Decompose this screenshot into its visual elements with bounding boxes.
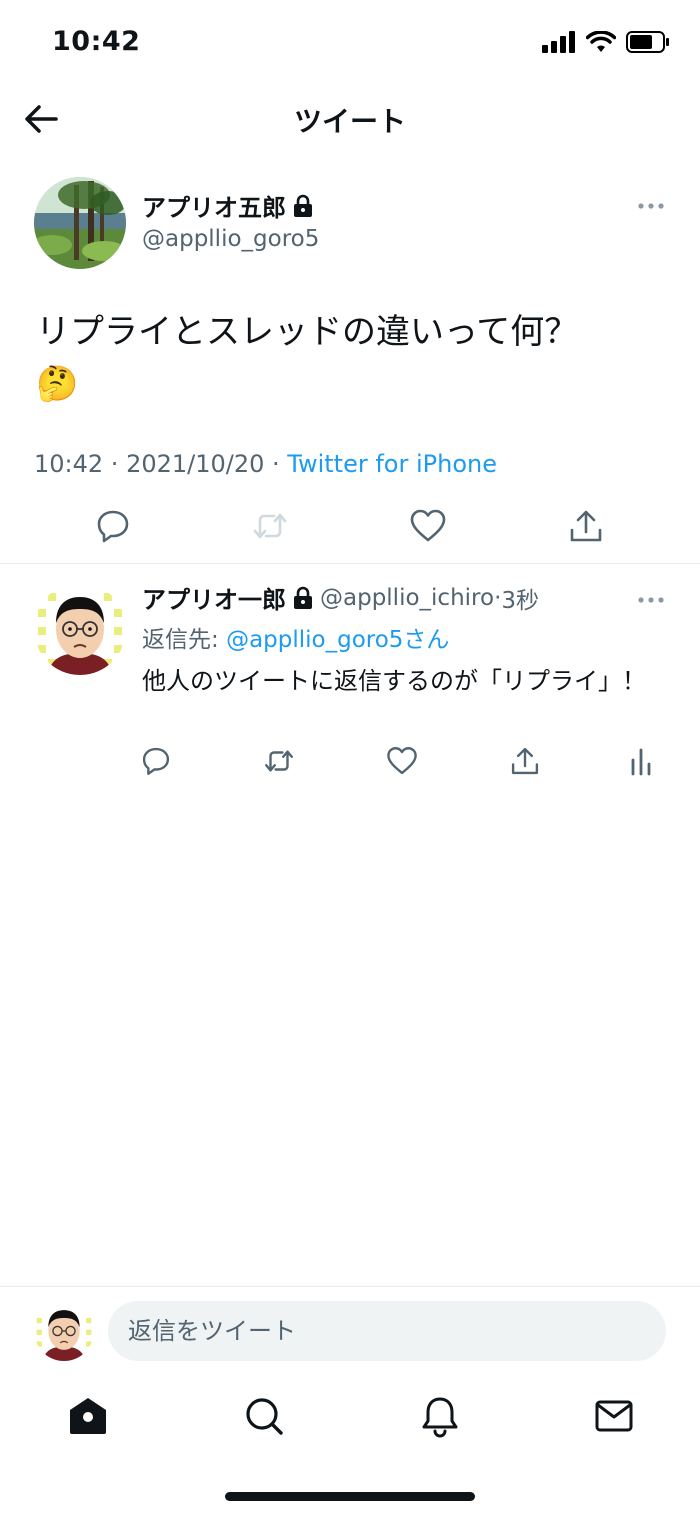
- reply-author-handle[interactable]: @appllio_ichiro: [320, 585, 494, 611]
- action-row: [0, 506, 700, 546]
- thinking-emoji: 🤔: [36, 364, 79, 404]
- tab-messages[interactable]: [592, 1394, 636, 1438]
- share-icon: [511, 747, 539, 775]
- like-button[interactable]: [385, 744, 419, 778]
- nav-bar: ツイート: [0, 84, 700, 154]
- reply-tweet[interactable]: アプリオ一郎 @appllio_ichiro · 3秒 返信先: @applli…: [0, 566, 700, 796]
- reply-to-prefix: 返信先:: [142, 627, 227, 653]
- search-icon: [246, 1398, 283, 1435]
- share-button[interactable]: [566, 506, 606, 546]
- reply-time-separator: ·: [494, 584, 502, 611]
- reply-header: アプリオ一郎 @appllio_ichiro · 3秒: [142, 580, 539, 615]
- tweet-text-line: リプライとスレッドの違いって何？: [36, 312, 579, 352]
- notifications-icon: [422, 1397, 458, 1438]
- tweet-meta: 10:42 · 2021/10/20 · Twitter for iPhone: [34, 450, 497, 478]
- cellular-signal-icon: [542, 31, 575, 53]
- more-button[interactable]: [636, 590, 666, 610]
- share-button[interactable]: [508, 744, 542, 778]
- reply-input[interactable]: [108, 1301, 666, 1361]
- tweet-text: リプライとスレッドの違いって何？ 🤔: [36, 306, 666, 410]
- tab-notifications[interactable]: [418, 1394, 462, 1438]
- status-bar: 10:42: [0, 0, 700, 84]
- lock-icon: [292, 586, 314, 610]
- like-icon: [387, 747, 417, 775]
- messages-icon: [595, 1400, 633, 1432]
- author-name-text: アプリオ五郎: [142, 194, 286, 222]
- reply-text: 他人のツイートに返信するのが「リプライ」！: [142, 667, 646, 695]
- home-icon: [70, 1398, 106, 1434]
- reply-to: 返信先: @appllio_goro5さん: [142, 620, 449, 654]
- tab-search[interactable]: [242, 1394, 286, 1438]
- reply-author-name[interactable]: アプリオ一郎: [142, 580, 286, 615]
- page-title: ツイート: [293, 105, 406, 138]
- avatar[interactable]: [34, 1301, 94, 1361]
- wifi-icon: [586, 31, 616, 52]
- like-button[interactable]: [408, 506, 448, 546]
- retweet-icon: [265, 750, 293, 772]
- tweet-date: 2021/10/20: [126, 450, 265, 478]
- avatar[interactable]: [34, 177, 126, 269]
- analytics-button[interactable]: [624, 744, 658, 778]
- status-time: 10:42: [52, 26, 141, 57]
- share-icon: [570, 510, 602, 542]
- reply-time: 3秒: [501, 587, 540, 614]
- main-tweet: アプリオ五郎 @appllio_goro5 リプライとスレッドの違いって何？ 🤔…: [0, 160, 700, 564]
- avatar[interactable]: [34, 583, 126, 675]
- retweet-button[interactable]: [262, 744, 296, 778]
- more-button[interactable]: [636, 196, 666, 216]
- reply-icon: [97, 510, 129, 543]
- meta-separator: ·: [264, 450, 288, 478]
- tab-home[interactable]: [66, 1394, 110, 1438]
- like-icon: [410, 509, 446, 542]
- tweet-source-link[interactable]: Twitter for iPhone: [287, 450, 497, 478]
- more-icon: [638, 203, 664, 209]
- status-icons: [542, 28, 670, 56]
- retweet-icon: [253, 513, 287, 539]
- lock-icon: [292, 194, 314, 218]
- author-handle[interactable]: @appllio_goro5: [142, 226, 319, 252]
- reply-button[interactable]: [139, 744, 173, 778]
- reply-compose-bar: [0, 1286, 700, 1376]
- author-name[interactable]: アプリオ五郎: [142, 188, 314, 223]
- tweet-time: 10:42: [34, 450, 104, 478]
- reply-button[interactable]: [93, 506, 133, 546]
- reply-icon: [142, 747, 170, 775]
- tab-bar: [0, 1380, 700, 1460]
- retweet-button[interactable]: [250, 506, 290, 546]
- meta-separator: ·: [103, 450, 127, 478]
- more-icon: [638, 597, 664, 603]
- reply-action-row: [0, 744, 700, 778]
- battery-icon: [626, 31, 669, 53]
- analytics-icon: [631, 748, 651, 776]
- reply-to-mention[interactable]: @appllio_goro5さん: [226, 627, 449, 653]
- home-indicator: [225, 1492, 475, 1501]
